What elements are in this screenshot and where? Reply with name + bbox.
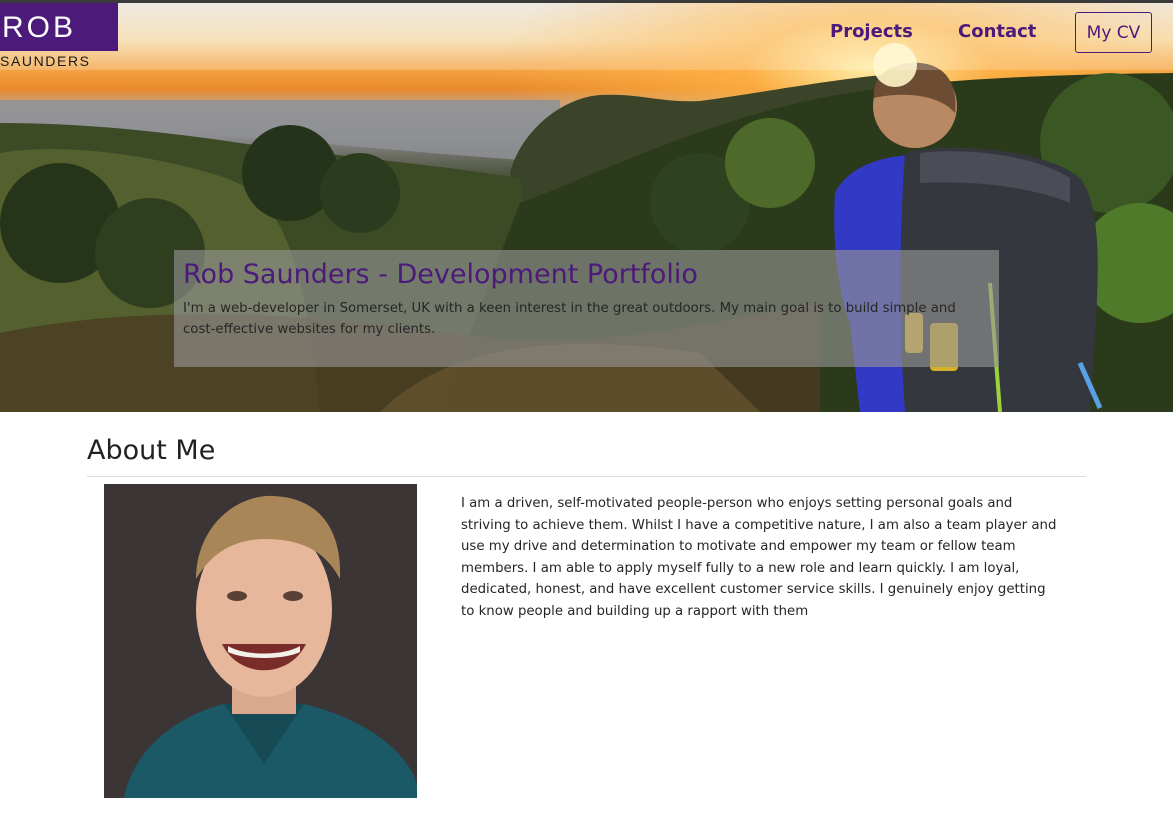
about-heading: About Me (87, 435, 216, 466)
logo-last-name: SAUNDERS (0, 53, 91, 69)
logo[interactable]: ROB (0, 3, 118, 51)
hero-intro-panel: Rob Saunders - Development Portfolio I'm… (174, 250, 999, 367)
logo-first-name: ROB (2, 11, 77, 44)
hero-title: Rob Saunders - Development Portfolio (183, 259, 698, 290)
profile-photo (104, 484, 417, 798)
nav-contact-link[interactable]: Contact (958, 20, 1036, 44)
about-description: I am a driven, self-motivated people-per… (461, 496, 1057, 619)
my-cv-button[interactable]: My CV (1075, 12, 1152, 53)
nav-projects-link[interactable]: Projects (830, 20, 913, 44)
about-divider (87, 476, 1086, 477)
hero-description: I'm a web-developer in Somerset, UK with… (183, 301, 956, 337)
